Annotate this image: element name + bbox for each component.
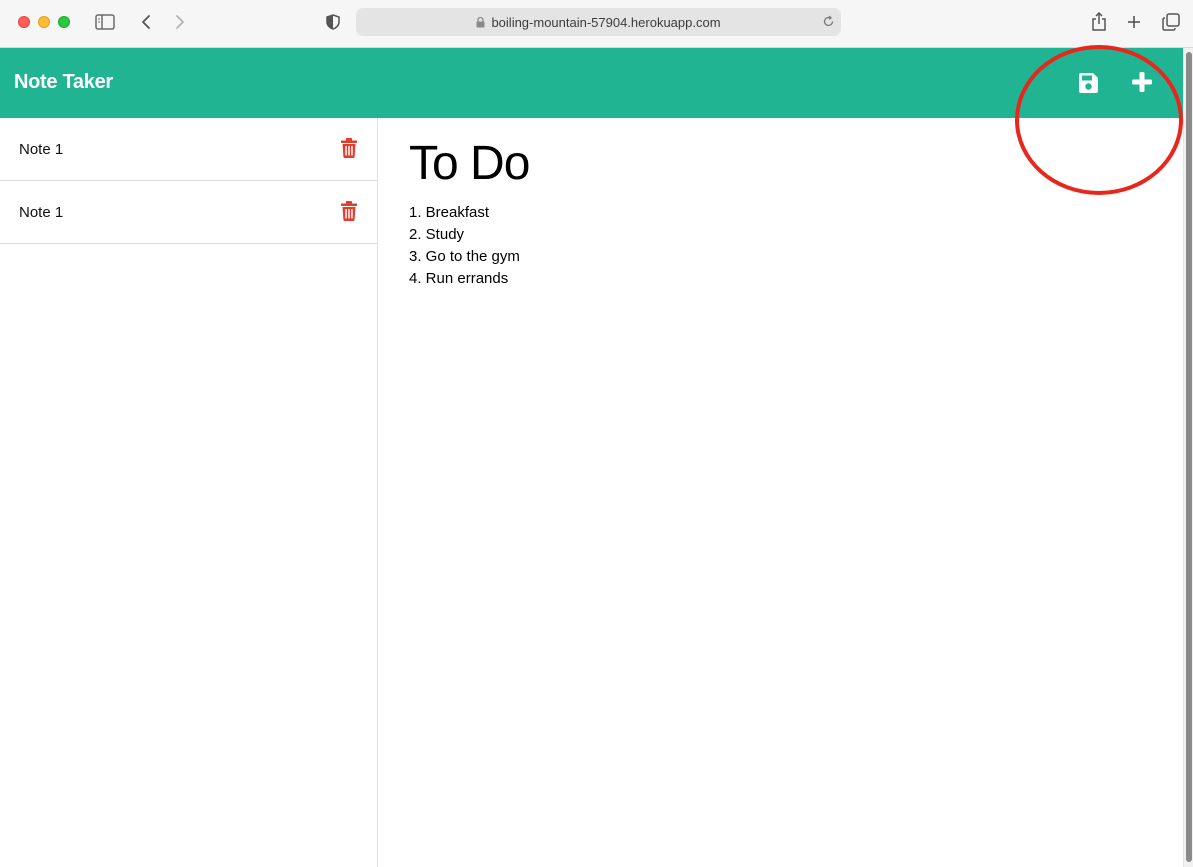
- plus-icon[interactable]: [1130, 70, 1154, 94]
- back-icon[interactable]: [134, 10, 158, 34]
- browser-toolbar: boiling-mountain-57904.herokuapp.com: [0, 0, 1193, 48]
- note-title-input[interactable]: To Do: [409, 136, 530, 191]
- list-item[interactable]: Note 1: [0, 118, 377, 181]
- reload-icon[interactable]: [822, 15, 835, 31]
- note-text-area[interactable]: 1. Breakfast 2. Study 3. Go to the gym 4…: [409, 202, 520, 290]
- tab-overview-icon[interactable]: [1159, 10, 1183, 34]
- forward-icon[interactable]: [168, 10, 192, 34]
- scrollbar-thumb[interactable]: [1186, 52, 1192, 862]
- url-text: boiling-mountain-57904.herokuapp.com: [491, 14, 721, 30]
- new-tab-icon[interactable]: [1122, 10, 1146, 34]
- sidebar-toggle-icon[interactable]: [93, 10, 117, 34]
- app-header: Note Taker: [0, 48, 1183, 118]
- save-icon[interactable]: [1076, 71, 1100, 95]
- address-bar[interactable]: boiling-mountain-57904.herokuapp.com: [356, 8, 841, 36]
- lock-icon: [476, 16, 485, 28]
- list-item[interactable]: Note 1: [0, 181, 377, 244]
- close-window-button[interactable]: [18, 16, 30, 28]
- notes-list: Note 1 Note 1: [0, 118, 378, 867]
- share-icon[interactable]: [1087, 10, 1111, 34]
- note-title: Note 1: [19, 204, 64, 221]
- zoom-window-button[interactable]: [58, 16, 70, 28]
- privacy-shield-icon[interactable]: [321, 10, 345, 34]
- minimize-window-button[interactable]: [38, 16, 50, 28]
- note-editor: To Do 1. Breakfast 2. Study 3. Go to the…: [379, 118, 1183, 867]
- trash-icon[interactable]: [341, 201, 357, 221]
- trash-icon[interactable]: [341, 138, 357, 158]
- app-title: Note Taker: [14, 71, 113, 93]
- page-scrollbar[interactable]: [1183, 48, 1193, 867]
- note-title: Note 1: [19, 141, 64, 158]
